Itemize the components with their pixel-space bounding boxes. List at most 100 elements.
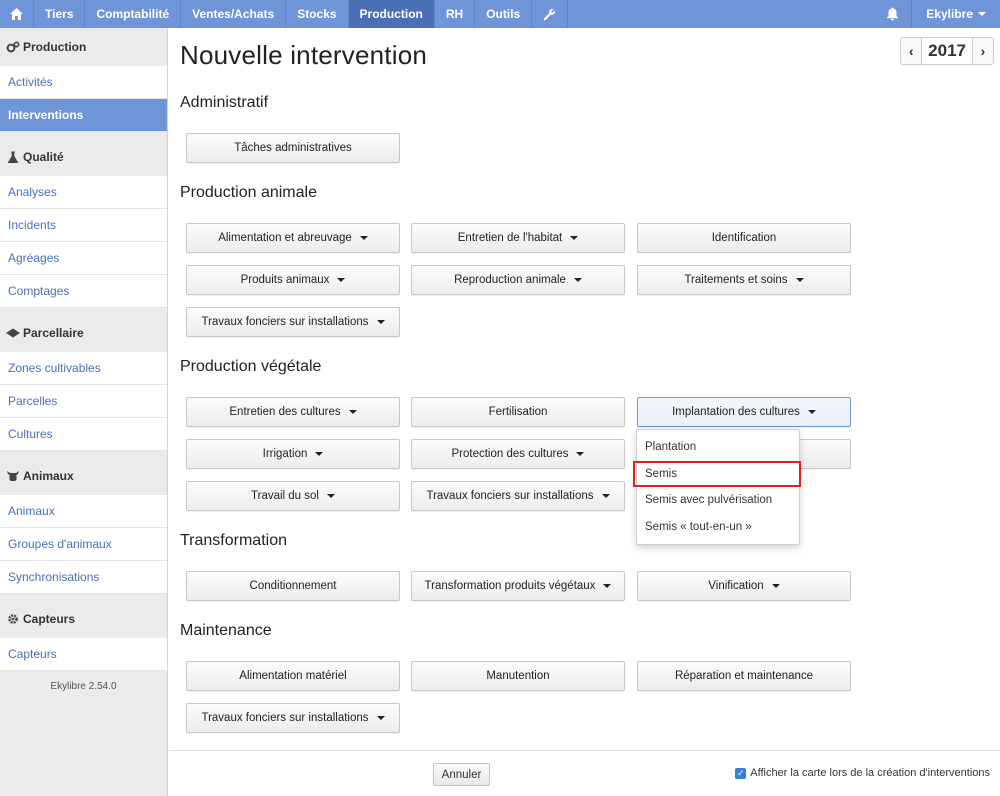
page-title: Nouvelle intervention — [180, 40, 428, 70]
btn-conditionnement[interactable]: Conditionnement — [186, 571, 400, 601]
button-label: Alimentation matériel — [239, 670, 347, 682]
sidebar-section-title: Production — [23, 40, 87, 54]
next-year-button[interactable]: › — [973, 38, 993, 64]
button-label: Identification — [711, 232, 777, 244]
btn-manutention[interactable]: Manutention — [411, 661, 625, 691]
sidebar-item-incidents[interactable]: Incidents — [0, 209, 167, 242]
sidebar-item-groupes-animaux[interactable]: Groupes d'animaux — [0, 528, 167, 561]
sidebar-section-production: Production — [0, 28, 167, 66]
menu-item-semis[interactable]: Semis — [633, 460, 801, 487]
btn-alimentation-abreuvage[interactable]: Alimentation et abreuvage — [186, 223, 400, 253]
nav-comptabilite[interactable]: Comptabilité — [85, 0, 182, 28]
button-label: Protection des cultures — [451, 448, 569, 460]
caret-down-icon — [771, 584, 780, 588]
nav-stocks[interactable]: Stocks — [286, 0, 349, 28]
button-label: Tâches administratives — [234, 142, 352, 154]
section-title-production-animale: Production animale — [180, 184, 317, 201]
caret-down-icon — [348, 410, 357, 414]
sidebar-item-synchronisations[interactable]: Synchronisations — [0, 561, 167, 594]
year-navigator: ‹ 2017 › — [900, 37, 994, 65]
sidebar-section-title: Parcellaire — [23, 326, 84, 340]
map-icon — [6, 326, 20, 340]
caret-down-icon — [315, 452, 324, 456]
button-label: Entretien des cultures — [229, 406, 341, 418]
button-label: Irrigation — [262, 448, 308, 460]
caret-down-icon — [376, 320, 385, 324]
btn-travaux-fonciers-animale[interactable]: Travaux fonciers sur installations — [186, 307, 400, 337]
btn-travail-du-sol[interactable]: Travail du sol — [186, 481, 400, 511]
btn-irrigation[interactable]: Irrigation — [186, 439, 400, 469]
menu-item-semis-tout-en-un[interactable]: Semis « tout-en-un » — [637, 514, 799, 541]
section-title-transformation: Transformation — [180, 532, 287, 549]
btn-reparation-maintenance[interactable]: Réparation et maintenance — [637, 661, 851, 691]
button-label: Réparation et maintenance — [674, 670, 814, 682]
flask-icon — [6, 150, 20, 164]
nav-outils[interactable]: Outils — [475, 0, 533, 28]
btn-produits-animaux[interactable]: Produits animaux — [186, 265, 400, 295]
sidebar-item-comptages[interactable]: Comptages — [0, 275, 167, 308]
btn-implantation-cultures[interactable]: Implantation des cultures — [637, 397, 851, 427]
sidebar-item-animaux[interactable]: Animaux — [0, 495, 167, 528]
button-label: Fertilisation — [488, 406, 548, 418]
sidebar-section-animaux: Animaux — [0, 457, 167, 495]
sidebar-section-title: Qualité — [23, 150, 64, 164]
sidebar-item-capteurs[interactable]: Capteurs — [0, 638, 167, 671]
map-option: ✓ Afficher la carte lors de la création … — [735, 767, 990, 779]
sidebar-item-analyses[interactable]: Analyses — [0, 176, 167, 209]
btn-vinification[interactable]: Vinification — [637, 571, 851, 601]
btn-travaux-fonciers-maintenance[interactable]: Travaux fonciers sur installations — [186, 703, 400, 733]
sidebar-item-agreages[interactable]: Agréages — [0, 242, 167, 275]
button-label: Manutention — [486, 670, 550, 682]
previous-year-button[interactable]: ‹ — [901, 38, 921, 64]
btn-fertilisation[interactable]: Fertilisation — [411, 397, 625, 427]
button-label: Conditionnement — [249, 580, 337, 592]
wrench-icon — [543, 8, 556, 20]
btn-protection-cultures[interactable]: Protection des cultures — [411, 439, 625, 469]
sidebar-section-parcellaire: Parcellaire — [0, 314, 167, 352]
caret-down-icon — [326, 494, 335, 498]
section-title-administratif: Administratif — [180, 94, 269, 111]
cancel-button[interactable]: Annuler — [433, 763, 490, 786]
button-label: Travaux fonciers sur installations — [201, 712, 369, 724]
sidebar-item-parcelles[interactable]: Parcelles — [0, 385, 167, 418]
gear-icon — [6, 612, 20, 626]
button-label: Travaux fonciers sur installations — [426, 490, 594, 502]
btn-transformation-produits-vegetaux[interactable]: Transformation produits végétaux — [411, 571, 625, 601]
app-version: Ekylibre 2.54.0 — [50, 681, 117, 692]
btn-entretien-habitat[interactable]: Entretien de l'habitat — [411, 223, 625, 253]
chevron-down-icon — [978, 12, 986, 16]
caret-down-icon — [807, 410, 816, 414]
btn-entretien-cultures[interactable]: Entretien des cultures — [186, 397, 400, 427]
notifications-button[interactable] — [874, 0, 911, 28]
button-label: Travail du sol — [251, 490, 319, 502]
implantation-dropdown-menu: Plantation Semis Semis avec pulvérisatio… — [633, 429, 801, 545]
btn-identification[interactable]: Identification — [637, 223, 851, 253]
gears-icon — [6, 40, 20, 54]
button-label: Travaux fonciers sur installations — [201, 316, 369, 328]
sidebar-item-zones-cultivables[interactable]: Zones cultivables — [0, 352, 167, 385]
nav-tiers[interactable]: Tiers — [34, 0, 86, 28]
home-button[interactable] — [0, 0, 34, 28]
sidebar-section-capteurs: Capteurs — [0, 600, 167, 638]
btn-travaux-fonciers-vegetale[interactable]: Travaux fonciers sur installations — [411, 481, 625, 511]
sidebar-item-cultures[interactable]: Cultures — [0, 418, 167, 451]
settings-button[interactable] — [532, 0, 569, 28]
menu-item-semis-pulverisation[interactable]: Semis avec pulvérisation — [637, 487, 799, 514]
caret-down-icon — [573, 278, 582, 282]
menu-item-plantation[interactable]: Plantation — [637, 434, 799, 461]
btn-alimentation-materiel[interactable]: Alimentation matériel — [186, 661, 400, 691]
bell-icon — [887, 7, 899, 21]
btn-traitements-soins[interactable]: Traitements et soins — [637, 265, 851, 295]
map-option-checkbox[interactable]: ✓ — [735, 767, 747, 779]
user-menu[interactable]: Ekylibre — [911, 0, 1000, 28]
sidebar-item-activites[interactable]: Activités — [0, 66, 167, 99]
sidebar-section-title: Animaux — [23, 469, 74, 483]
sidebar-item-interventions[interactable]: Interventions — [0, 99, 167, 132]
btn-reproduction-animale[interactable]: Reproduction animale — [411, 265, 625, 295]
nav-rh[interactable]: RH — [435, 0, 476, 28]
sidebar: Production Activités Interventions Quali… — [0, 28, 168, 796]
button-label: Entretien de l'habitat — [457, 232, 563, 244]
btn-taches-administratives[interactable]: Tâches administratives — [186, 133, 400, 163]
nav-production[interactable]: Production — [348, 0, 435, 28]
nav-ventes-achats[interactable]: Ventes/Achats — [181, 0, 287, 28]
